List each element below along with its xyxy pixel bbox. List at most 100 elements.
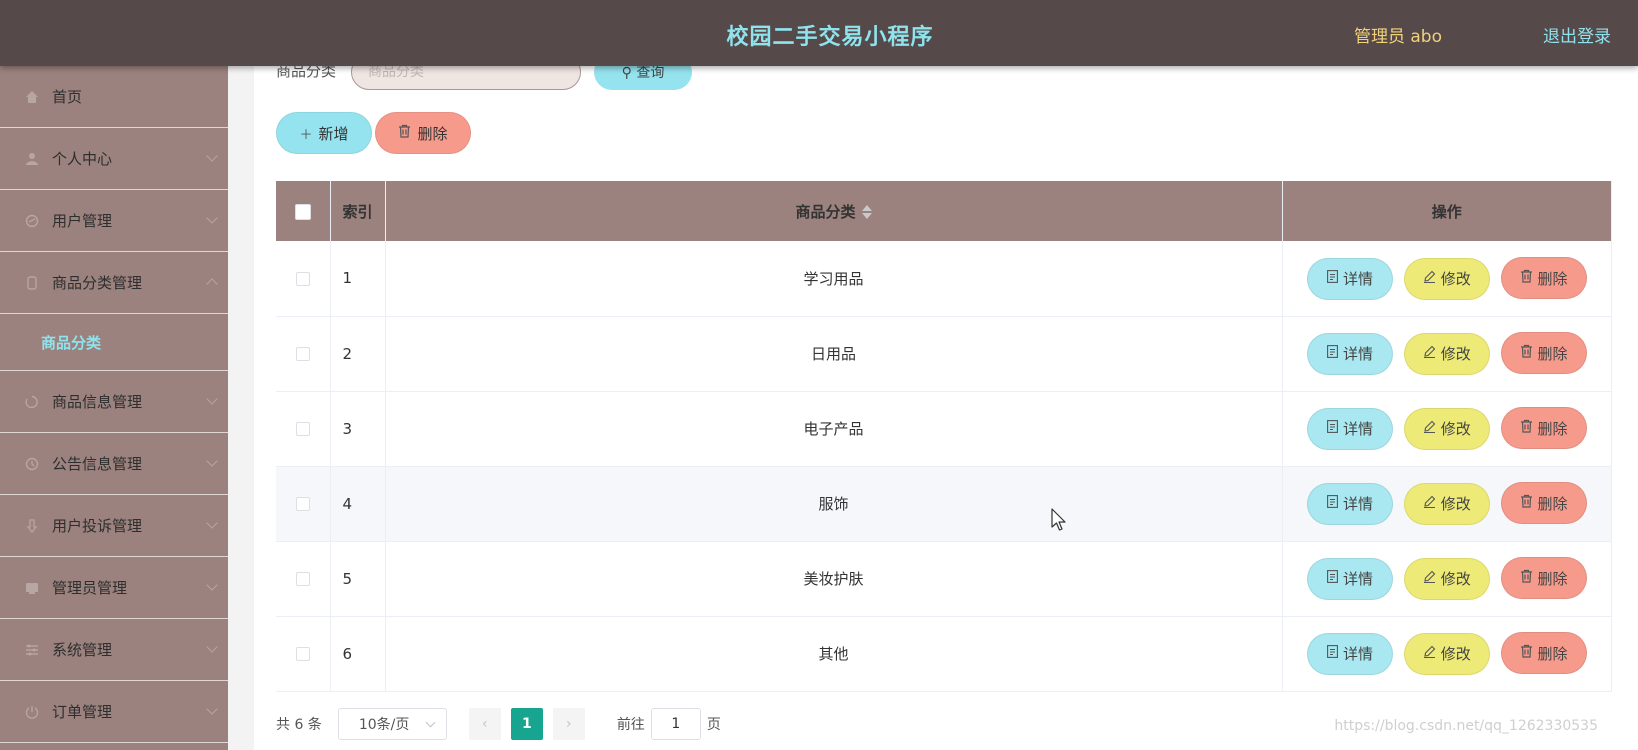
- category-table: 索引 商品分类 操作 1 学习用品 详情 修改 删除 2 日用品 详情 修改 删…: [276, 181, 1612, 692]
- logout-link[interactable]: 退出登录: [1543, 22, 1611, 47]
- delete-button[interactable]: 删除: [1500, 332, 1587, 375]
- row-checkbox[interactable]: [295, 422, 310, 436]
- chevron-right-icon: ›: [566, 716, 572, 732]
- detail-label: 详情: [1342, 495, 1373, 514]
- sidebar-item-label: 用户投诉管理: [52, 517, 143, 535]
- detail-button[interactable]: 详情: [1306, 632, 1393, 675]
- select-all-checkbox[interactable]: [294, 203, 311, 220]
- row-checkbox[interactable]: [295, 271, 310, 286]
- row-select-cell: [276, 466, 331, 542]
- watermark-text: https://blog.csdn.net/qq_1262330535: [1334, 718, 1598, 734]
- delete-button[interactable]: 删除: [1500, 407, 1587, 450]
- row-checkbox[interactable]: [295, 647, 310, 661]
- sidebar-item-label: 管理员管理: [52, 579, 128, 597]
- chevron-down-icon: [206, 455, 218, 467]
- prev-page-button[interactable]: ‹: [468, 708, 501, 740]
- delete-label: 删除: [1537, 344, 1568, 363]
- sort-icon[interactable]: [861, 204, 872, 220]
- sidebar-item-complaint-management[interactable]: 用户投诉管理: [0, 495, 228, 557]
- sidebar-item-label: 商品信息管理: [52, 393, 143, 411]
- add-button[interactable]: ＋ 新增: [276, 112, 372, 154]
- goto-label: 前往: [616, 717, 645, 733]
- row-actions: 详情 修改 删除: [1282, 466, 1612, 542]
- row-index: 4: [330, 466, 386, 542]
- next-page-button[interactable]: ›: [552, 708, 585, 740]
- row-actions: 详情 修改 删除: [1282, 316, 1612, 392]
- detail-label: 详情: [1342, 645, 1373, 664]
- chevron-down-icon: [206, 393, 218, 405]
- top-bar: 校园二手交易小程序 管理员 abo 退出登录: [0, 0, 1638, 66]
- table-row: 1 学习用品 详情 修改 删除: [276, 241, 1612, 317]
- chevron-up-icon: [206, 278, 218, 290]
- edit-button[interactable]: 修改: [1403, 632, 1490, 675]
- detail-button[interactable]: 详情: [1306, 407, 1393, 450]
- page-size-select[interactable]: 10条/页: [337, 708, 447, 740]
- edit-label: 修改: [1440, 645, 1471, 664]
- pencil-icon: [1423, 420, 1436, 437]
- sidebar-item-notice-management[interactable]: 公告信息管理: [0, 433, 228, 495]
- order-icon: [24, 704, 40, 720]
- search-button-label: 查询: [636, 65, 665, 81]
- delete-button[interactable]: 删除: [1500, 632, 1587, 675]
- document-icon: [1327, 420, 1338, 437]
- row-index: 2: [330, 316, 386, 392]
- edit-label: 修改: [1440, 495, 1471, 514]
- row-select-cell: [276, 241, 331, 317]
- sidebar-item-admin-management[interactable]: 管理员管理: [0, 557, 228, 619]
- row-select-cell: [276, 541, 331, 617]
- pencil-icon: [1423, 270, 1436, 287]
- row-category: 其他: [385, 616, 1283, 692]
- admin-icon: [24, 580, 40, 596]
- edit-button[interactable]: 修改: [1403, 557, 1490, 600]
- select-all-cell: [276, 181, 331, 241]
- row-checkbox[interactable]: [295, 347, 310, 361]
- sidebar-item-users[interactable]: 用户管理: [0, 190, 228, 252]
- detail-button[interactable]: 详情: [1306, 482, 1393, 525]
- table-row: 6 其他 详情 修改 删除: [276, 616, 1612, 692]
- sidebar-item-profile[interactable]: 个人中心: [0, 128, 228, 190]
- edit-button[interactable]: 修改: [1403, 482, 1490, 525]
- sidebar-subitem-category[interactable]: 商品分类: [0, 314, 228, 371]
- edit-button[interactable]: 修改: [1403, 407, 1490, 450]
- document-icon: [1327, 570, 1338, 587]
- page-number-current[interactable]: 1: [510, 708, 543, 740]
- row-select-cell: [276, 616, 331, 692]
- goto-page-input[interactable]: [650, 708, 701, 740]
- row-checkbox[interactable]: [295, 497, 310, 511]
- sidebar-item-label: 系统管理: [52, 641, 113, 659]
- column-header-category[interactable]: 商品分类: [385, 181, 1283, 241]
- sidebar-item-order-management[interactable]: 订单管理: [0, 681, 228, 743]
- sidebar-item-goods-management[interactable]: 商品信息管理: [0, 371, 228, 433]
- edit-button[interactable]: 修改: [1403, 257, 1490, 300]
- row-category: 美妆护肤: [385, 541, 1283, 617]
- sidebar-item-category-management[interactable]: 商品分类管理: [0, 252, 228, 314]
- row-category: 日用品: [385, 316, 1283, 392]
- delete-button[interactable]: 删除: [1500, 482, 1587, 525]
- detail-button[interactable]: 详情: [1306, 257, 1393, 300]
- delete-label: 删除: [1537, 569, 1568, 588]
- main-content: 商品分类 ⚲ 查询 ＋ 新增 删除 索引 商品分类 操作 1: [254, 54, 1638, 750]
- detail-label: 详情: [1342, 270, 1373, 288]
- chevron-down-icon: [425, 717, 436, 728]
- sidebar-item-home[interactable]: 首页: [0, 66, 228, 128]
- pencil-icon: [1423, 570, 1436, 587]
- detail-button[interactable]: 详情: [1306, 557, 1393, 600]
- delete-button[interactable]: 删除: [1500, 257, 1587, 299]
- row-checkbox[interactable]: [295, 572, 310, 586]
- chevron-down-icon: [206, 579, 218, 591]
- delete-button[interactable]: 删除: [1500, 557, 1587, 600]
- edit-button[interactable]: 修改: [1403, 332, 1490, 375]
- delete-label: 删除: [1537, 269, 1568, 288]
- column-header-index: 索引: [330, 181, 386, 241]
- sidebar-item-system-management[interactable]: 系统管理: [0, 619, 228, 681]
- batch-delete-button[interactable]: 删除: [375, 112, 471, 154]
- trash-icon: [398, 124, 411, 142]
- detail-label: 详情: [1342, 345, 1373, 364]
- delete-label: 删除: [1537, 644, 1568, 663]
- table-row: 4 服饰 详情 修改 删除: [276, 466, 1612, 542]
- detail-button[interactable]: 详情: [1306, 332, 1393, 375]
- sidebar-item-label: 公告信息管理: [52, 455, 143, 473]
- admin-username: 管理员 abo: [1353, 27, 1442, 47]
- column-header-category-label: 商品分类: [795, 202, 856, 221]
- delete-label: 删除: [1537, 494, 1568, 513]
